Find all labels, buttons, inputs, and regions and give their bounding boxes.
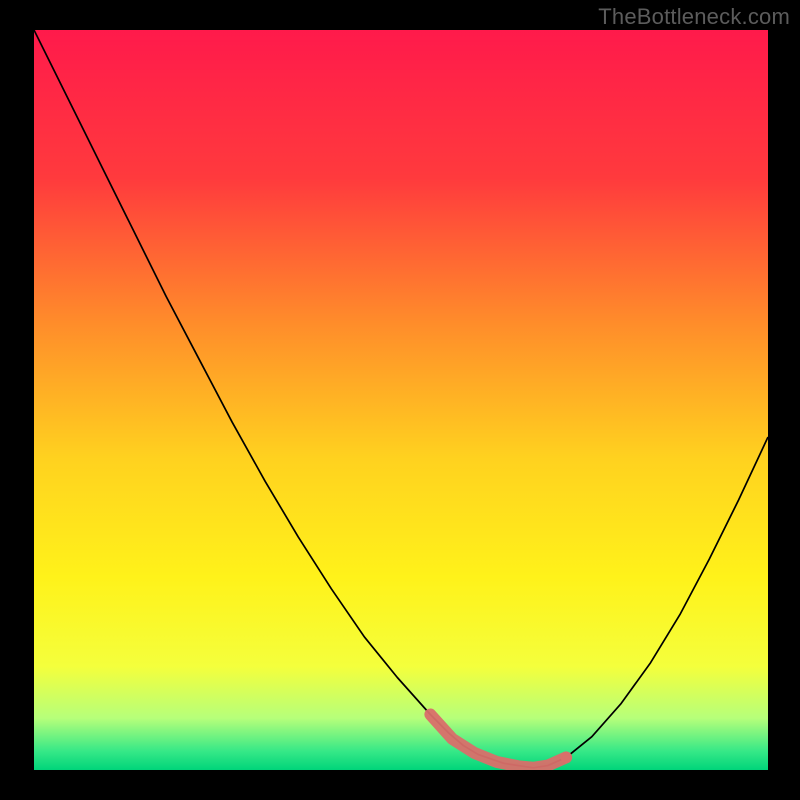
- chart-background: [34, 30, 768, 770]
- chart-svg: [34, 30, 768, 770]
- watermark-label: TheBottleneck.com: [598, 4, 790, 30]
- chart-plot-area: [34, 30, 768, 770]
- chart-frame: TheBottleneck.com: [0, 0, 800, 800]
- highlight-marker: [561, 752, 572, 763]
